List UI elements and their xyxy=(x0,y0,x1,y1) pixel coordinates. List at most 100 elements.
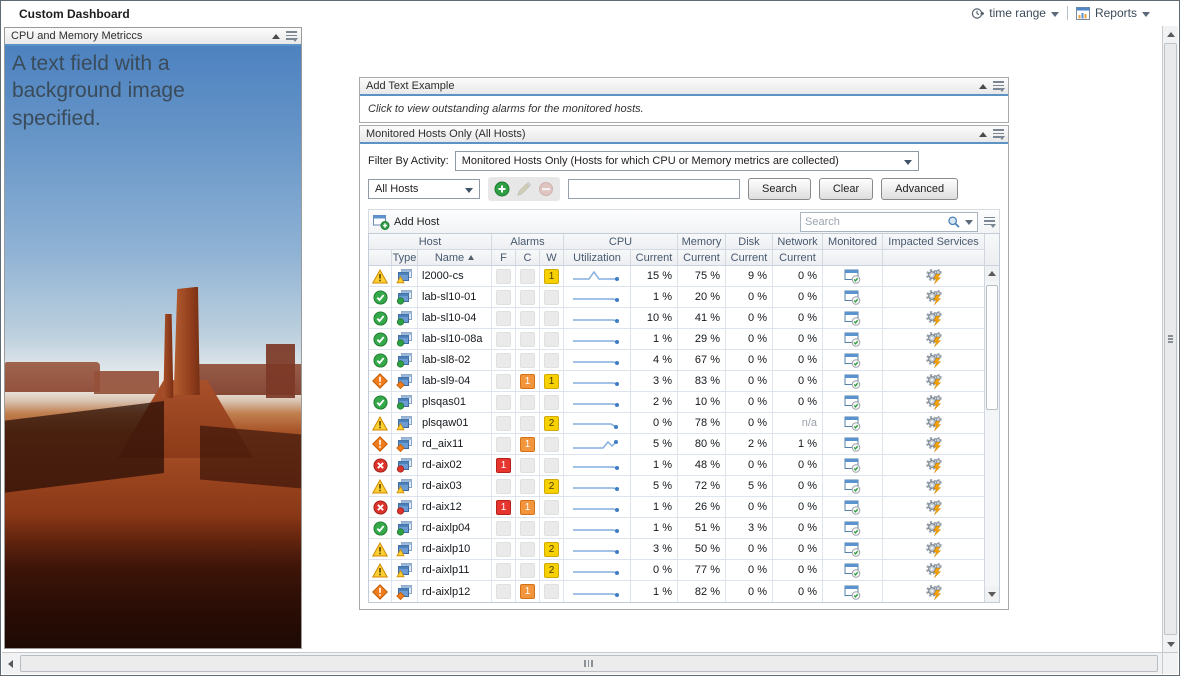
edit-list-icon[interactable] xyxy=(516,181,532,197)
monitored-icon[interactable] xyxy=(823,413,883,433)
cpu-utilization-sparkline[interactable] xyxy=(564,371,631,391)
host-type-icon[interactable] xyxy=(392,308,418,328)
monitored-icon[interactable] xyxy=(823,539,883,559)
scrollbar-thumb[interactable] xyxy=(20,655,1158,672)
col-warning[interactable]: W xyxy=(540,250,564,265)
delete-list-icon[interactable] xyxy=(538,181,554,197)
cpu-utilization-sparkline[interactable] xyxy=(564,329,631,349)
host-row[interactable]: rd-aix12 1 1 1 % 26 % 0 % 0 % xyxy=(369,497,984,518)
col-group-network[interactable]: Network xyxy=(773,234,823,249)
host-row[interactable]: rd-aixlp12 1 1 % 82 % 0 % 0 % xyxy=(369,581,984,602)
host-name-link[interactable]: lab-sl8-02 xyxy=(418,350,492,370)
host-name-link[interactable]: lab-sl10-08a xyxy=(418,329,492,349)
monitored-icon[interactable] xyxy=(823,350,883,370)
table-search-input[interactable] xyxy=(805,216,943,228)
host-row[interactable]: rd-aixlp10 2 3 % 50 % 0 % 0 % xyxy=(369,539,984,560)
panel-menu-icon[interactable] xyxy=(993,81,1004,91)
scroll-up-button[interactable] xyxy=(985,266,999,281)
table-scrollbar[interactable] xyxy=(984,234,999,602)
col-cpu-current[interactable]: Current xyxy=(631,250,678,265)
col-memory-current[interactable]: Current xyxy=(678,250,726,265)
scrollbar-thumb[interactable] xyxy=(1164,43,1177,635)
time-range-dropdown[interactable]: time range xyxy=(971,6,1059,20)
col-type[interactable]: Type xyxy=(392,250,418,265)
host-type-icon[interactable] xyxy=(392,539,418,559)
monitored-icon[interactable] xyxy=(823,329,883,349)
table-customizer-icon[interactable] xyxy=(984,217,995,227)
impacted-services-icon[interactable] xyxy=(883,413,984,433)
alarm-count-critical[interactable]: 1 xyxy=(520,584,535,599)
alarm-count-warning[interactable]: 1 xyxy=(544,269,559,284)
advanced-button[interactable]: Advanced xyxy=(881,178,958,200)
scroll-down-button[interactable] xyxy=(1163,636,1178,652)
host-type-icon[interactable] xyxy=(392,455,418,475)
col-group-monitored[interactable]: Monitored xyxy=(823,234,883,249)
cpu-utilization-sparkline[interactable] xyxy=(564,350,631,370)
host-type-icon[interactable] xyxy=(392,476,418,496)
page-horizontal-scrollbar[interactable] xyxy=(2,652,1162,674)
search-options-icon[interactable] xyxy=(965,220,973,225)
impacted-services-icon[interactable] xyxy=(883,581,984,602)
host-row[interactable]: lab-sl10-04 10 % 41 % 0 % 0 % xyxy=(369,308,984,329)
monitored-icon[interactable] xyxy=(823,581,883,602)
impacted-services-icon[interactable] xyxy=(883,476,984,496)
col-network-current[interactable]: Current xyxy=(773,250,823,265)
collapse-panel-icon[interactable] xyxy=(979,84,987,89)
cpu-utilization-sparkline[interactable] xyxy=(564,413,631,433)
impacted-services-icon[interactable] xyxy=(883,560,984,580)
host-name-link[interactable]: rd_aix11 xyxy=(418,434,492,454)
impacted-services-icon[interactable] xyxy=(883,266,984,286)
cpu-utilization-sparkline[interactable] xyxy=(564,560,631,580)
col-utilization[interactable]: Utilization xyxy=(564,250,631,265)
col-name[interactable]: Name xyxy=(418,250,492,265)
monitored-icon[interactable] xyxy=(823,455,883,475)
impacted-services-icon[interactable] xyxy=(883,329,984,349)
host-search-input[interactable] xyxy=(568,179,740,199)
host-name-link[interactable]: rd-aixlp12 xyxy=(418,581,492,602)
alarms-link-text[interactable]: Click to view outstanding alarms for the… xyxy=(360,96,1008,122)
alarm-count-warning[interactable]: 1 xyxy=(544,374,559,389)
host-type-icon[interactable] xyxy=(392,518,418,538)
host-row[interactable]: lab-sl10-08a 1 % 29 % 0 % 0 % xyxy=(369,329,984,350)
col-group-impacted-services[interactable]: Impacted Services xyxy=(883,234,984,249)
host-name-link[interactable]: plsqaw01 xyxy=(418,413,492,433)
impacted-services-icon[interactable] xyxy=(883,518,984,538)
monitored-icon[interactable] xyxy=(823,371,883,391)
host-type-icon[interactable] xyxy=(392,266,418,286)
impacted-services-icon[interactable] xyxy=(883,371,984,391)
col-group-disk[interactable]: Disk xyxy=(726,234,773,249)
host-scope-select[interactable]: All Hosts xyxy=(368,179,480,199)
impacted-services-icon[interactable] xyxy=(883,539,984,559)
col-group-host[interactable]: Host xyxy=(369,234,492,249)
impacted-services-icon[interactable] xyxy=(883,455,984,475)
host-type-icon[interactable] xyxy=(392,287,418,307)
impacted-services-icon[interactable] xyxy=(883,308,984,328)
add-host-button[interactable]: Add Host xyxy=(373,214,439,230)
page-vertical-scrollbar[interactable] xyxy=(1162,26,1178,652)
monitored-icon[interactable] xyxy=(823,560,883,580)
collapse-panel-icon[interactable] xyxy=(979,132,987,137)
host-name-link[interactable]: rd-aixlp11 xyxy=(418,560,492,580)
impacted-services-icon[interactable] xyxy=(883,497,984,517)
host-type-icon[interactable] xyxy=(392,560,418,580)
collapse-panel-icon[interactable] xyxy=(272,34,280,39)
alarm-count-warning[interactable]: 2 xyxy=(544,416,559,431)
search-icon[interactable] xyxy=(947,215,961,229)
impacted-services-icon[interactable] xyxy=(883,350,984,370)
col-group-cpu[interactable]: CPU xyxy=(564,234,678,249)
impacted-services-icon[interactable] xyxy=(883,434,984,454)
alarm-count-critical[interactable]: 1 xyxy=(520,374,535,389)
panel-menu-icon[interactable] xyxy=(286,31,297,41)
impacted-services-icon[interactable] xyxy=(883,287,984,307)
host-name-link[interactable]: rd-aix03 xyxy=(418,476,492,496)
search-button[interactable]: Search xyxy=(748,178,811,200)
scrollbar-thumb[interactable] xyxy=(986,285,998,410)
host-name-link[interactable]: rd-aix02 xyxy=(418,455,492,475)
alarm-count-warning[interactable]: 2 xyxy=(544,563,559,578)
host-row[interactable]: rd-aix02 1 1 % 48 % 0 % 0 % xyxy=(369,455,984,476)
cpu-utilization-sparkline[interactable] xyxy=(564,308,631,328)
alarm-count-fatal[interactable]: 1 xyxy=(496,500,511,515)
host-name-link[interactable]: lab-sl10-01 xyxy=(418,287,492,307)
panel-menu-icon[interactable] xyxy=(993,129,1004,139)
col-group-memory[interactable]: Memory xyxy=(678,234,726,249)
